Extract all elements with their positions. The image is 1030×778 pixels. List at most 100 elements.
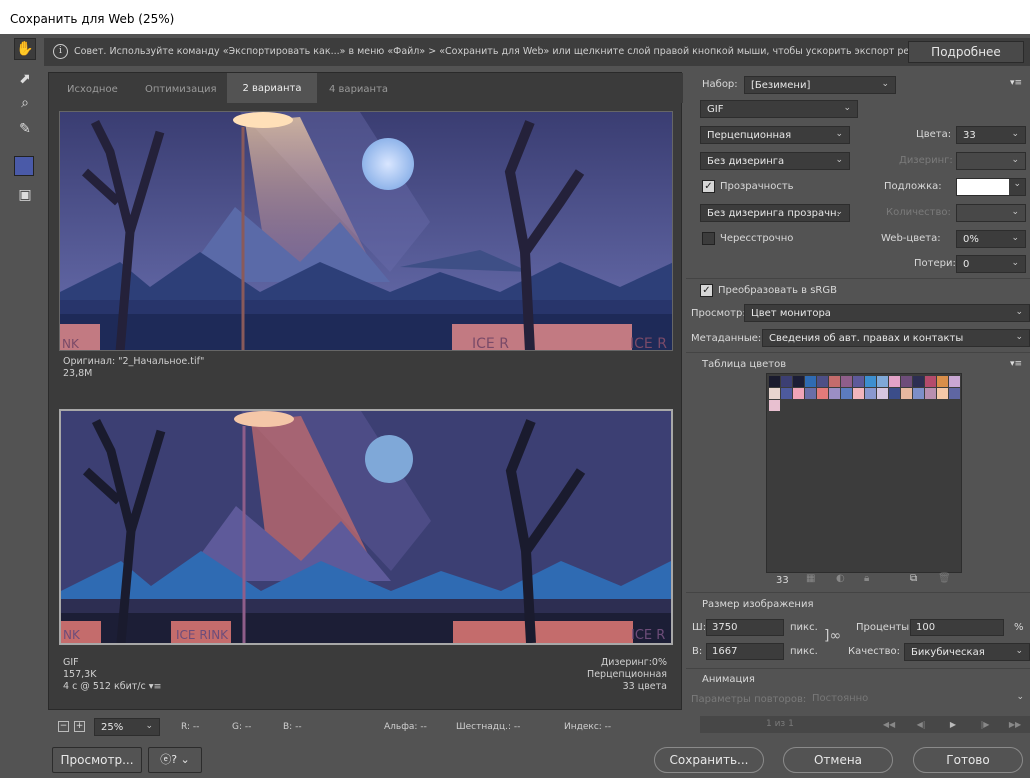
- delete-color-icon[interactable]: 🗑︎: [938, 573, 951, 584]
- transparency-label: Прозрачность: [720, 181, 794, 192]
- quality-dropdown[interactable]: Бикубическая ⌄: [904, 643, 1030, 661]
- eyedropper-icon[interactable]: ✎: [14, 118, 36, 140]
- color-swatch[interactable]: [769, 400, 780, 411]
- lossy-field[interactable]: 0 ⌄: [956, 255, 1026, 273]
- height-label: В:: [692, 646, 703, 657]
- color-table-title: Таблица цветов: [702, 359, 787, 370]
- color-table-menu-icon[interactable]: ▾≡: [1010, 359, 1022, 369]
- save-button[interactable]: Сохранить...: [654, 747, 764, 773]
- color-swatch[interactable]: [793, 388, 804, 399]
- zoom-icon[interactable]: ⌕: [14, 92, 36, 114]
- color-swatch[interactable]: [877, 388, 888, 399]
- cancel-button[interactable]: Отмена: [783, 747, 893, 773]
- reduction-dropdown[interactable]: Перцепционная ⌄: [700, 126, 850, 144]
- preview-dropdown[interactable]: Цвет монитора ⌄: [744, 304, 1030, 322]
- color-swatch[interactable]: [781, 376, 792, 387]
- zoom-in-button[interactable]: +: [74, 721, 85, 732]
- color-swatch[interactable]: [901, 376, 912, 387]
- preset-dropdown[interactable]: [Безимени] ⌄: [744, 76, 896, 94]
- convert-srgb-checkbox[interactable]: ✓: [700, 284, 713, 297]
- color-swatch[interactable]: [829, 376, 840, 387]
- done-button[interactable]: Готово: [913, 747, 1023, 773]
- optimized-format: GIF: [63, 657, 79, 668]
- color-swatch[interactable]: [937, 376, 948, 387]
- color-swatch[interactable]: [889, 388, 900, 399]
- preset-label: Набор:: [702, 79, 738, 90]
- browser-select-dropdown[interactable]: ⓔ? ⌄: [148, 747, 202, 773]
- toggle-slices-icon[interactable]: ▣: [14, 184, 36, 206]
- color-swatch[interactable]: [889, 376, 900, 387]
- color-swatch[interactable]: [805, 376, 816, 387]
- transparency-checkbox[interactable]: ✓: [702, 180, 715, 193]
- optimized-colors-info: 33 цвета: [622, 681, 667, 692]
- color-table-swatches[interactable]: [766, 373, 962, 573]
- tip-text: Совет. Используйте команду «Экспортирова…: [74, 46, 943, 57]
- color-swatch[interactable]: [793, 376, 804, 387]
- color-swatch[interactable]: [913, 376, 924, 387]
- color-swatch[interactable]: [817, 376, 828, 387]
- format-dropdown[interactable]: GIF ⌄: [700, 100, 858, 118]
- lock-color-icon[interactable]: 🔒︎: [864, 573, 869, 584]
- hand-icon[interactable]: ✋: [14, 38, 36, 60]
- interlaced-checkbox[interactable]: [702, 232, 715, 245]
- transparency-dither-dropdown[interactable]: Без дизеринга прозрачн. ⌄: [700, 204, 850, 222]
- window-title: Сохранить для Web (25%): [0, 0, 1030, 34]
- alpha-readout: Альфа: --: [384, 722, 427, 732]
- color-swatch[interactable]: [865, 388, 876, 399]
- original-file-size: 23,8M: [63, 368, 93, 379]
- color-swatch[interactable]: [769, 376, 780, 387]
- height-unit: пикс.: [790, 646, 818, 657]
- tab-optimized[interactable]: Оптимизация: [145, 84, 217, 95]
- color-swatch[interactable]: [817, 388, 828, 399]
- sign-center-text-optimized: ICE RINK: [176, 628, 229, 642]
- color-swatch[interactable]: [829, 388, 840, 399]
- color-swatch[interactable]: [949, 388, 960, 399]
- map-to-transparent-icon[interactable]: ▦: [806, 573, 815, 584]
- original-preview-image: ICE R ICE R NK: [60, 112, 672, 351]
- height-field[interactable]: 1667: [706, 643, 784, 660]
- new-color-icon[interactable]: ⧉: [910, 573, 917, 584]
- learn-more-button[interactable]: Подробнее: [908, 41, 1024, 63]
- optimize-menu-icon[interactable]: ▾≡: [1010, 78, 1022, 88]
- optimized-preview-frame[interactable]: ICE RINK ICE R NK: [59, 409, 673, 645]
- color-swatch[interactable]: [877, 376, 888, 387]
- sign-right-text: ICE R: [630, 336, 667, 351]
- slice-select-icon[interactable]: ⬈: [14, 68, 36, 90]
- percent-field[interactable]: 100: [910, 619, 1004, 636]
- last-frame-button: ▶▶: [1000, 716, 1030, 733]
- preview-in-browser-button[interactable]: Просмотр...: [52, 747, 142, 773]
- color-swatch[interactable]: [925, 388, 936, 399]
- tab-two-up[interactable]: 2 варианта: [227, 73, 317, 103]
- width-field[interactable]: 3750: [706, 619, 784, 636]
- color-swatch[interactable]: [841, 376, 852, 387]
- color-swatch[interactable]: [769, 388, 780, 399]
- zoom-out-button[interactable]: −: [58, 721, 69, 732]
- status-bar: − + 25% ⌄ R: -- G: -- B: -- Альфа: -- Шес…: [48, 712, 682, 740]
- eyedropper-color-swatch[interactable]: [14, 156, 34, 176]
- animation-controls: 1 из 1 ◀◀ ◀| ▶ |▶ ▶▶: [700, 716, 1030, 733]
- colors-dropdown[interactable]: 33 ⌄: [956, 126, 1026, 144]
- color-swatch[interactable]: [937, 388, 948, 399]
- color-swatch[interactable]: [901, 388, 912, 399]
- color-swatch[interactable]: [781, 388, 792, 399]
- color-swatch[interactable]: [853, 376, 864, 387]
- color-swatch[interactable]: [949, 376, 960, 387]
- color-swatch[interactable]: [913, 388, 924, 399]
- metadata-dropdown[interactable]: Сведения об авт. правах и контакты ⌄: [762, 329, 1030, 347]
- original-preview-frame[interactable]: ICE R ICE R NK: [59, 111, 673, 351]
- link-proportions-icon[interactable]: ]∞: [824, 628, 841, 644]
- web-shift-icon[interactable]: ◐: [836, 573, 845, 584]
- zoom-level-dropdown[interactable]: 25% ⌄: [94, 718, 160, 736]
- tab-four-up[interactable]: 4 варианта: [329, 84, 388, 95]
- optimized-preview-image: ICE RINK ICE R NK: [61, 411, 671, 643]
- color-swatch[interactable]: [805, 388, 816, 399]
- tab-original[interactable]: Исходное: [67, 84, 118, 95]
- dither-dropdown[interactable]: Без дизеринга ⌄: [700, 152, 850, 170]
- download-rate-menu-icon[interactable]: ▾≡: [149, 681, 162, 692]
- matte-dropdown[interactable]: ⌄: [956, 178, 1026, 196]
- color-swatch[interactable]: [925, 376, 936, 387]
- color-swatch[interactable]: [865, 376, 876, 387]
- color-swatch[interactable]: [853, 388, 864, 399]
- websnap-field[interactable]: 0% ⌄: [956, 230, 1026, 248]
- color-swatch[interactable]: [841, 388, 852, 399]
